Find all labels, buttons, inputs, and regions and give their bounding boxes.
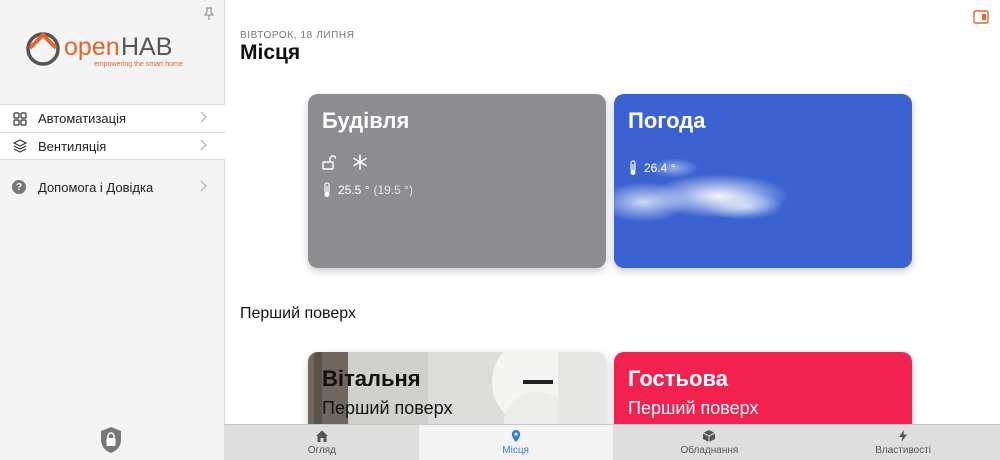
- tab-properties[interactable]: Властивості: [806, 425, 1000, 460]
- sidebar: open HAB empowering the smart home Автом…: [0, 0, 225, 460]
- question-icon: ?: [12, 180, 26, 194]
- card-title: Будівля: [322, 108, 410, 133]
- tab-overview[interactable]: Огляд: [225, 425, 419, 460]
- logo-text-hab: HAB: [121, 33, 172, 61]
- sidebar-item-automation[interactable]: Автоматизація: [0, 104, 225, 132]
- side-panel-icon[interactable]: [973, 10, 989, 24]
- lock-shield-icon[interactable]: [99, 426, 123, 454]
- thermometer-icon: [324, 182, 330, 197]
- snowflake-icon: [353, 154, 367, 170]
- tab-label: Властивості: [875, 445, 932, 456]
- card-weather[interactable]: Погода 26.4 °: [614, 94, 912, 268]
- section-title-first-floor: Перший поверх: [240, 305, 356, 322]
- sidebar-item-label: Автоматизація: [38, 111, 126, 126]
- cube-icon: [703, 430, 716, 442]
- weather-temp-value: 26.4 °: [644, 161, 676, 175]
- thermometer-icon: [630, 160, 636, 175]
- sidebar-item-label: Вентиляція: [38, 138, 107, 154]
- chevron-right-icon: [199, 111, 213, 126]
- card-living-room[interactable]: Вітальня Перший поверх: [308, 352, 606, 424]
- tab-locations[interactable]: Місця: [418, 425, 613, 460]
- card-subtitle: Перший поверх: [322, 398, 453, 418]
- sidebar-item-help[interactable]: ? Допомога і Довідка: [0, 176, 225, 198]
- current-date: Вівторок, 18 липня: [240, 30, 355, 41]
- building-temp-value: 25.5 °: [338, 183, 370, 197]
- logo-tagline: empowering the smart home: [94, 61, 183, 68]
- openhab-logo: open HAB empowering the smart home: [24, 28, 204, 70]
- tab-equipment[interactable]: Обладнання: [613, 425, 807, 460]
- layers-icon: [12, 138, 28, 154]
- card-building[interactable]: Будівля 25.5 ° (19.5 °): [308, 94, 606, 268]
- sidebar-item-label: Допомога і Довідка: [38, 179, 154, 195]
- building-temperature: 25.5 ° (19.5 °): [322, 182, 413, 198]
- building-temp-secondary: (19.5 °): [373, 183, 413, 197]
- tab-label: Огляд: [307, 445, 337, 456]
- tab-label: Місця: [502, 445, 529, 456]
- building-status-icons: [322, 154, 368, 170]
- sidebar-menu: Автоматизація Вентиляція: [0, 104, 225, 160]
- pin-icon[interactable]: [203, 7, 215, 21]
- grid-icon: [12, 111, 28, 127]
- location-pin-icon: [511, 430, 520, 442]
- card-title: Гостьова: [628, 366, 728, 391]
- lightning-icon: [899, 430, 908, 442]
- weather-temperature: 26.4 °: [628, 160, 676, 176]
- card-subtitle: Перший поверх: [628, 398, 759, 418]
- card-guest-room[interactable]: Гостьова Перший поверх: [614, 352, 912, 424]
- logo-text-open: open: [64, 33, 120, 61]
- tab-label: Обладнання: [680, 445, 739, 456]
- card-title: Погода: [628, 108, 706, 133]
- chevron-right-icon: [199, 180, 213, 195]
- card-title: Вітальня: [322, 366, 421, 391]
- page-title: Місця: [240, 41, 301, 64]
- unlock-icon: [322, 155, 336, 170]
- sidebar-item-ventilation[interactable]: Вентиляція: [0, 132, 225, 160]
- chevron-right-icon: [199, 139, 213, 154]
- home-icon: [315, 430, 328, 442]
- main-content: Вівторок, 18 липня Місця Будівля 2: [225, 0, 1000, 424]
- bottom-tabbar: Огляд Місця Обладнання Властивості: [225, 424, 1000, 460]
